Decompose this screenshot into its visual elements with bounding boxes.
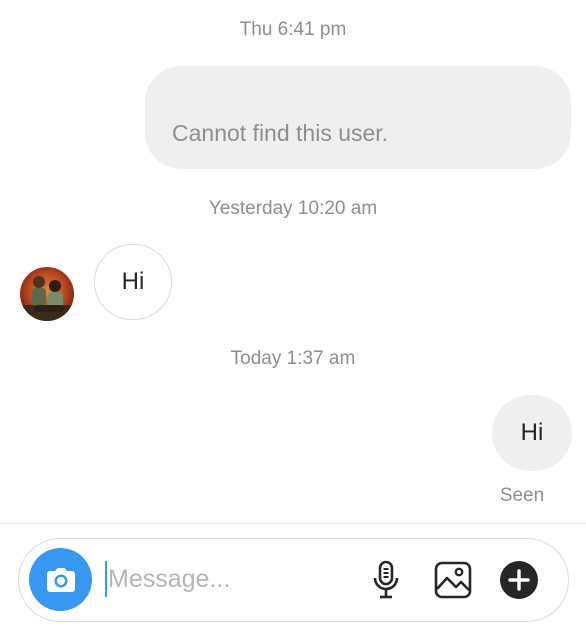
outgoing-message-bubble[interactable]: Cannot find this user. — [145, 66, 571, 169]
voice-message-button[interactable] — [364, 558, 408, 602]
gallery-button[interactable] — [431, 558, 475, 602]
outgoing-message-bubble[interactable]: Hi — [492, 395, 572, 471]
message-timestamp: Thu 6:41 pm — [239, 19, 347, 40]
avatar-image — [20, 267, 74, 321]
message-composer — [18, 538, 569, 622]
plus-circle-icon — [500, 561, 538, 599]
camera-icon — [46, 567, 75, 592]
incoming-message-bubble[interactable]: Hi — [94, 244, 172, 320]
message-input[interactable] — [108, 557, 348, 601]
camera-button[interactable] — [29, 548, 92, 611]
seen-status: Seen — [499, 485, 545, 506]
message-timestamp: Today 1:37 am — [230, 348, 356, 369]
more-options-button[interactable] — [497, 558, 541, 602]
microphone-icon — [373, 560, 399, 599]
image-gallery-icon — [434, 561, 472, 599]
message-text: Cannot find this user. — [172, 120, 389, 146]
message-timestamp: Yesterday 10:20 am — [208, 198, 378, 219]
message-text: Hi — [520, 419, 544, 446]
contact-avatar[interactable] — [20, 267, 74, 321]
message-text: Hi — [121, 268, 145, 295]
composer-divider — [0, 523, 586, 524]
text-cursor — [105, 561, 107, 597]
